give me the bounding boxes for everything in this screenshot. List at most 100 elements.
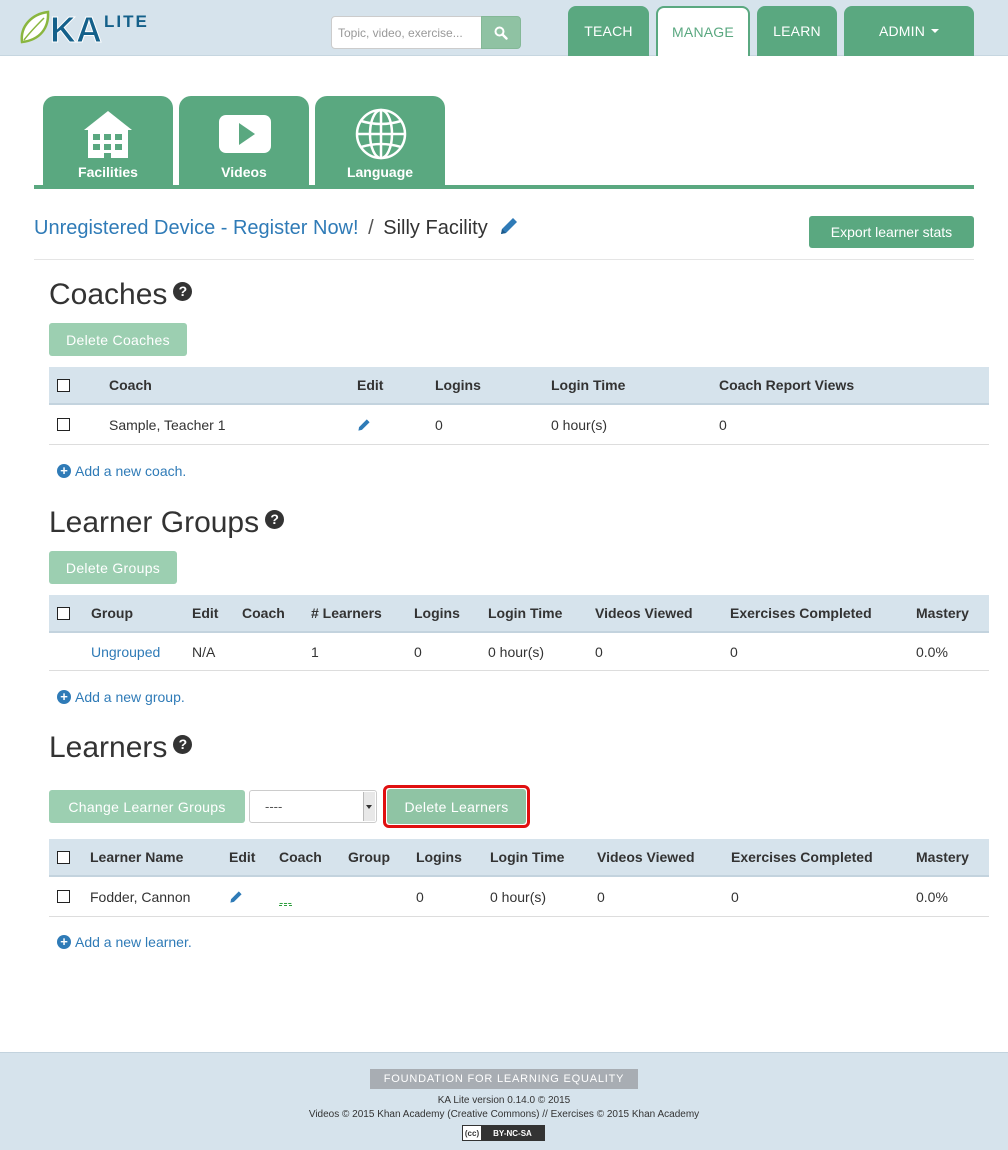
row-checkbox[interactable] — [57, 405, 70, 444]
edit-facility-pencil-icon[interactable] — [499, 216, 519, 242]
group-select-value: ---- — [265, 799, 283, 814]
breadcrumb: Unregistered Device - Register Now! / Si… — [34, 216, 519, 242]
col-login-time[interactable]: Login Time — [490, 839, 564, 875]
license-label: BY-NC-SA — [481, 1126, 544, 1140]
groups-title: Learner Groups — [49, 506, 260, 539]
col-logins[interactable]: Logins — [414, 595, 460, 631]
coach-report-views: 0 — [719, 416, 727, 433]
change-learner-groups-button[interactable]: Change Learner Groups — [49, 790, 245, 823]
delete-coaches-button[interactable]: Delete Coaches — [49, 323, 187, 356]
col-login-time[interactable]: Login Time — [488, 595, 562, 631]
select-all-checkbox[interactable] — [57, 595, 70, 631]
col-logins[interactable]: Logins — [435, 367, 481, 403]
nav-tab-learn[interactable]: LEARN — [757, 6, 837, 56]
plus-circle-icon: + — [57, 935, 71, 949]
learner-coach-value: --- — [279, 894, 292, 910]
learner-logins: 0 — [416, 888, 424, 905]
learner-coach-link[interactable]: --- — [279, 877, 292, 916]
group-link-ungrouped[interactable]: Ungrouped — [91, 633, 160, 670]
register-device-link[interactable]: Unregistered Device - Register Now! — [34, 217, 359, 239]
tab-facilities[interactable]: Facilities — [43, 96, 173, 186]
learners-title: Learners — [49, 731, 168, 764]
col-learners[interactable]: # Learners — [311, 595, 382, 631]
coach-logins: 0 — [435, 416, 443, 433]
col-coach-report-views[interactable]: Coach Report Views — [719, 367, 854, 403]
col-mastery[interactable]: Mastery — [916, 839, 969, 875]
export-learner-stats-button[interactable]: Export learner stats — [809, 216, 974, 248]
edit-pencil-icon[interactable] — [229, 877, 243, 916]
cc-license-badge[interactable]: (cc) BY-NC-SA — [462, 1125, 545, 1141]
svg-text:KA: KA — [50, 9, 102, 48]
col-videos-viewed[interactable]: Videos Viewed — [595, 595, 693, 631]
table-row: Fodder, Cannon --- 0 0 hour(s) 0 0 0.0% — [49, 877, 989, 917]
ka-lite-logo[interactable]: KA LITE — [18, 8, 163, 48]
coaches-title: Coaches — [49, 278, 168, 311]
group-select-dropdown[interactable]: ---- — [249, 790, 377, 823]
col-coach[interactable]: Coach — [279, 839, 322, 875]
version-text: KA Lite version 0.14.0 © 2015 — [437, 1095, 571, 1106]
credits-text: Videos © 2015 Khan Academy (Creative Com… — [308, 1109, 700, 1120]
add-group-label: Add a new group. — [75, 689, 185, 705]
nav-tab-manage[interactable]: MANAGE — [656, 6, 750, 56]
learner-mastery: 0.0% — [916, 888, 948, 905]
globe-icon — [355, 108, 407, 160]
learners-heading: Learners? — [49, 731, 193, 765]
group-mastery: 0.0% — [916, 643, 948, 660]
learner-groups-heading: Learner Groups? — [49, 506, 285, 540]
learners-table: Learner Name Edit Coach Group Logins Log… — [49, 839, 989, 917]
groups-table: Group Edit Coach # Learners Logins Login… — [49, 595, 989, 673]
add-group-link[interactable]: + Add a new group. — [57, 689, 185, 705]
fle-logo[interactable]: FOUNDATION FOR LEARNING EQUALITY — [370, 1069, 638, 1089]
col-group[interactable]: Group — [348, 839, 390, 875]
group-learners: 1 — [311, 643, 319, 660]
help-icon[interactable]: ? — [173, 282, 193, 301]
select-all-checkbox[interactable] — [57, 367, 70, 403]
col-coach[interactable]: Coach — [109, 367, 152, 403]
add-learner-label: Add a new learner. — [75, 934, 192, 950]
row-checkbox[interactable] — [57, 877, 70, 916]
col-exercises-completed[interactable]: Exercises Completed — [730, 595, 872, 631]
group-videos: 0 — [595, 643, 603, 660]
tab-videos-label: Videos — [221, 164, 267, 180]
add-learner-link[interactable]: + Add a new learner. — [57, 934, 192, 950]
tab-language[interactable]: Language — [315, 96, 445, 186]
add-coach-link[interactable]: + Add a new coach. — [57, 463, 186, 479]
nav-tab-admin[interactable]: ADMIN — [844, 6, 974, 56]
col-group[interactable]: Group — [91, 595, 133, 631]
col-logins[interactable]: Logins — [416, 839, 462, 875]
col-edit: Edit — [192, 605, 219, 621]
nav-tab-teach[interactable]: TEACH — [568, 6, 649, 56]
group-edit: N/A — [192, 643, 216, 660]
col-videos-viewed[interactable]: Videos Viewed — [597, 839, 695, 875]
help-icon[interactable]: ? — [173, 735, 193, 754]
tab-videos[interactable]: Videos — [179, 96, 309, 186]
plus-circle-icon: + — [57, 690, 71, 704]
delete-groups-button[interactable]: Delete Groups — [49, 551, 177, 584]
select-all-checkbox[interactable] — [57, 839, 70, 875]
nav-tab-learn-label: LEARN — [773, 23, 821, 39]
table-row: Ungrouped N/A 1 0 0 hour(s) 0 0 0.0% — [49, 633, 989, 671]
facility-name: Silly Facility — [383, 217, 488, 239]
learner-name: Fodder, Cannon — [90, 888, 191, 905]
learner-exercises: 0 — [731, 888, 739, 905]
cc-icon: (cc) — [463, 1126, 481, 1140]
search-button[interactable] — [481, 16, 521, 49]
help-icon[interactable]: ? — [265, 510, 285, 529]
col-mastery[interactable]: Mastery — [916, 595, 969, 631]
building-icon — [84, 111, 132, 158]
coaches-table: Coach Edit Logins Login Time Coach Repor… — [49, 367, 989, 447]
caret-down-icon — [931, 29, 940, 33]
col-edit: Edit — [229, 849, 256, 865]
play-icon — [219, 115, 271, 153]
col-exercises-completed[interactable]: Exercises Completed — [731, 839, 873, 875]
learner-login-time: 0 hour(s) — [490, 888, 547, 905]
col-learner-name[interactable]: Learner Name — [90, 839, 183, 875]
col-coach[interactable]: Coach — [242, 595, 285, 631]
learner-videos: 0 — [597, 888, 605, 905]
col-login-time[interactable]: Login Time — [551, 367, 625, 403]
divider — [34, 259, 974, 260]
tab-language-label: Language — [346, 164, 414, 180]
edit-pencil-icon[interactable] — [357, 405, 371, 444]
search-input[interactable] — [331, 16, 482, 49]
delete-learners-button[interactable]: Delete Learners — [387, 789, 526, 824]
